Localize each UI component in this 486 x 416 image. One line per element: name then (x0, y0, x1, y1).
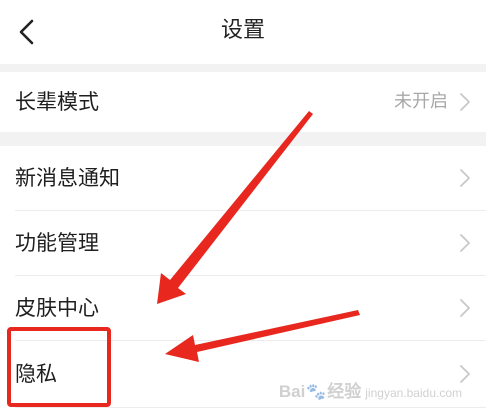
settings-row-elder-mode[interactable]: 长辈模式 未开启 (0, 72, 486, 132)
row-label: 新消息通知 (15, 166, 120, 190)
row-label: 皮肤中心 (15, 296, 99, 320)
watermark-url: jingyan.baidu.com (365, 386, 462, 400)
row-divider (15, 407, 486, 408)
group-separator (0, 64, 486, 72)
group-separator (0, 132, 486, 146)
watermark-brand-a: Bai (278, 382, 306, 401)
row-label: 隐私 (15, 362, 57, 386)
row-label: 长辈模式 (15, 90, 99, 114)
settings-screen: 设置 长辈模式 未开启 新消息通知 功能管理 皮肤中心 隐私 Bai🐾经验 ji… (0, 0, 486, 416)
paw-icon: 🐾 (306, 384, 327, 401)
chevron-right-icon (460, 93, 470, 111)
watermark-brand-b: 经验 (327, 382, 362, 401)
settings-row-skin-center[interactable]: 皮肤中心 (0, 276, 486, 340)
chevron-right-icon (460, 299, 470, 317)
chevron-right-icon (460, 169, 470, 187)
chevron-right-icon (460, 234, 470, 252)
baidu-watermark: Bai🐾经验 jingyan.baidu.com (279, 377, 462, 402)
nav-bar: 设置 (0, 0, 486, 64)
page-title: 设置 (220, 18, 265, 43)
settings-row-new-message-notify[interactable]: 新消息通知 (0, 146, 486, 210)
row-value: 未开启 (394, 91, 448, 112)
row-label: 功能管理 (15, 231, 99, 255)
settings-row-feature-manage[interactable]: 功能管理 (0, 211, 486, 275)
